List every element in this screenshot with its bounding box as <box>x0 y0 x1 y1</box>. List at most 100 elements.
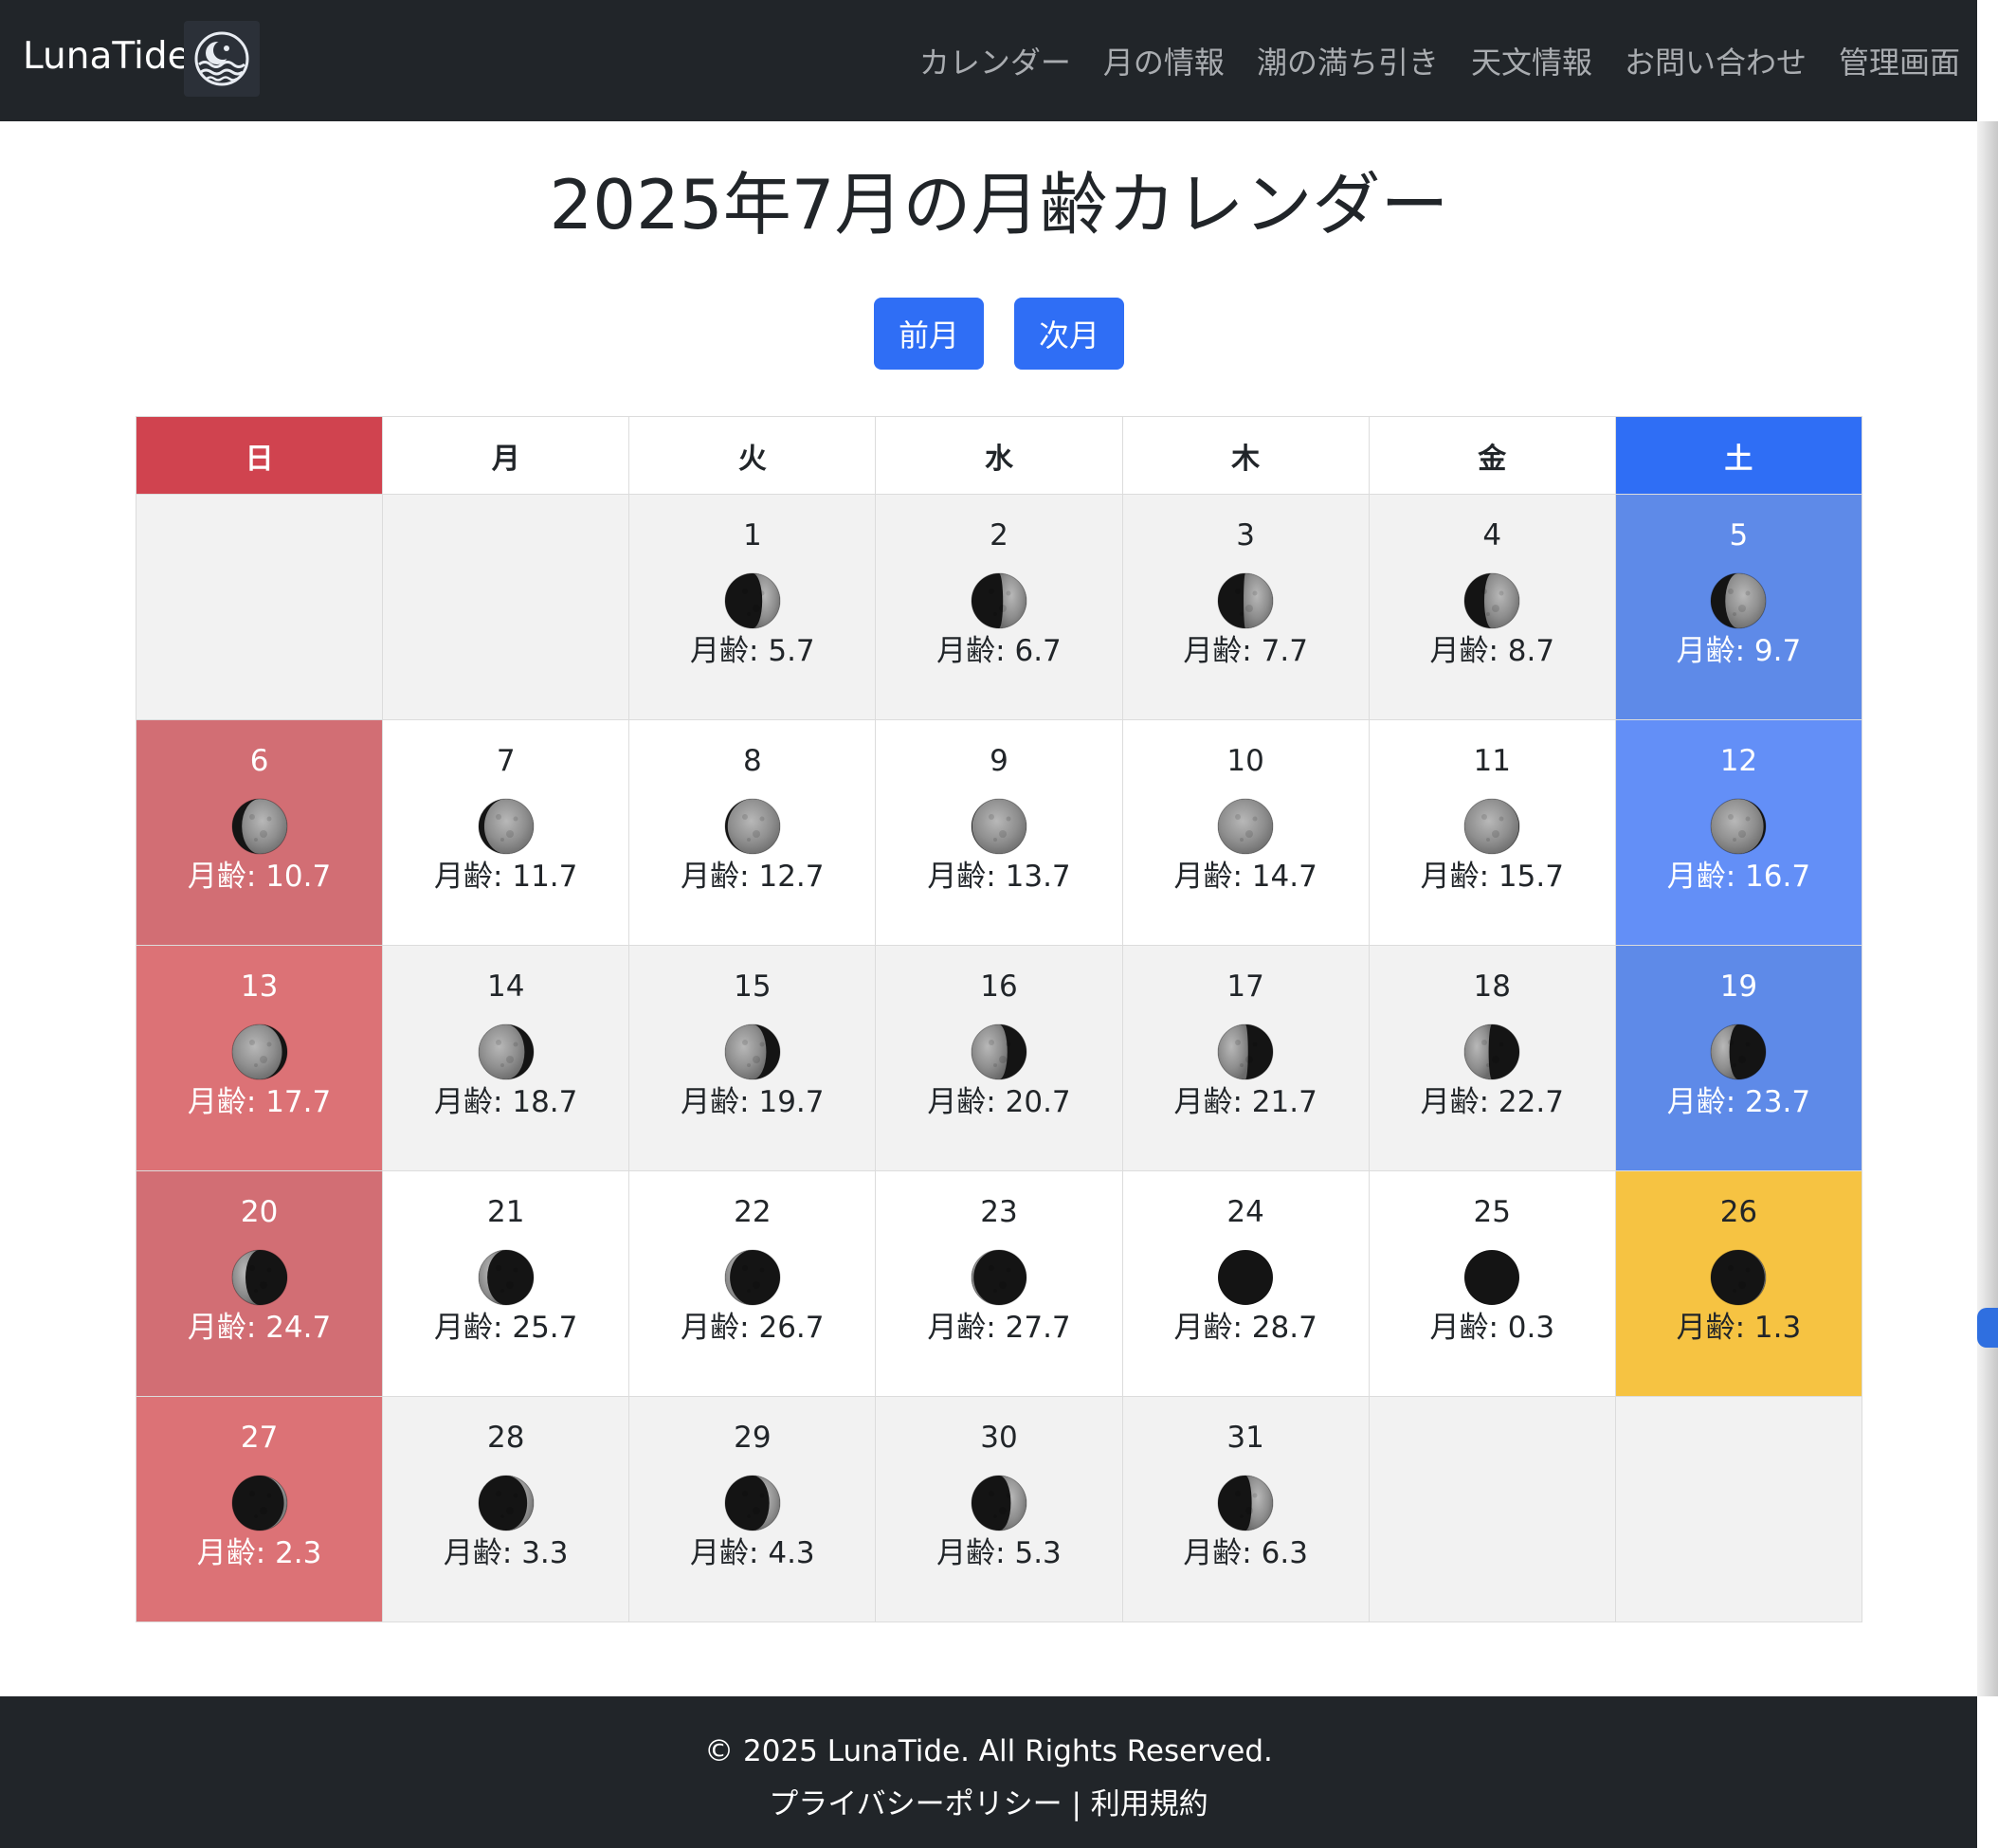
moon-age-value: 3.3 <box>521 1536 569 1570</box>
day-cell[interactable]: 28 月齢: 3.3 <box>383 1397 630 1622</box>
day-cell[interactable]: 8 月齢: 12.7 <box>629 720 877 946</box>
moon-age-prefix: 月齢: <box>1676 634 1754 668</box>
nav-link-tides[interactable]: 潮の満ち引き <box>1257 39 1439 82</box>
moon-age-prefix: 月齢: <box>1666 860 1746 894</box>
day-cell[interactable]: 18 月齢: 22.7 <box>1369 946 1616 1171</box>
day-number: 19 <box>1719 969 1758 1004</box>
day-cell[interactable]: 13 月齢: 17.7 <box>136 946 384 1171</box>
day-number: 22 <box>734 1195 772 1229</box>
day-cell[interactable]: 21 月齢: 25.7 <box>383 1171 630 1397</box>
moon-age-prefix: 月齢: <box>927 860 1006 894</box>
day-cell[interactable]: 15 月齢: 19.7 <box>629 946 877 1171</box>
moon-age-value: 27.7 <box>1005 1311 1071 1345</box>
day-cell[interactable]: 4 月齢: 8.7 <box>1369 495 1616 720</box>
moon-age-value: 25.7 <box>512 1311 578 1345</box>
moon-phase-icon <box>971 1475 1027 1531</box>
day-cell[interactable]: 9 月齢: 13.7 <box>876 720 1123 946</box>
day-number: 25 <box>1473 1195 1511 1229</box>
day-cell[interactable]: 16 月齢: 20.7 <box>876 946 1123 1171</box>
moon-age-prefix: 月齢: <box>1183 634 1262 668</box>
day-cell[interactable]: 23 月齢: 27.7 <box>876 1171 1123 1397</box>
moon-age-prefix: 月齢: <box>1429 634 1508 668</box>
day-cell[interactable]: 3 月齢: 7.7 <box>1122 495 1370 720</box>
moon-age-label: 月齢: 5.7 <box>629 637 875 666</box>
day-number: 11 <box>1473 744 1511 778</box>
moon-age-value: 22.7 <box>1498 1085 1564 1119</box>
moon-age-value: 1.3 <box>1753 1311 1802 1345</box>
moon-age-label: 月齢: 9.7 <box>1616 637 1862 666</box>
day-cell[interactable]: 10 月齢: 14.7 <box>1122 720 1370 946</box>
day-cell[interactable]: 19 月齢: 23.7 <box>1615 946 1862 1171</box>
moon-age-value: 6.7 <box>1014 634 1062 668</box>
moon-age-label: 月齢: 22.7 <box>1370 1088 1615 1117</box>
empty-day-cell <box>1369 1397 1616 1622</box>
brand-name[interactable]: LunaTide <box>23 38 191 75</box>
scrollbar-track[interactable] <box>1977 121 1998 1696</box>
terms-link[interactable]: 利用規約 <box>1091 1787 1208 1821</box>
day-cell[interactable]: 20 月齢: 24.7 <box>136 1171 384 1397</box>
moon-phase-icon <box>724 1475 781 1531</box>
moon-age-prefix: 月齢: <box>1420 860 1498 894</box>
moon-age-value: 24.7 <box>265 1311 332 1345</box>
moon-age-label: 月齢: 20.7 <box>876 1088 1121 1117</box>
day-number: 26 <box>1719 1195 1758 1229</box>
day-number: 29 <box>734 1421 772 1455</box>
moon-phase-icon <box>1710 798 1767 855</box>
moon-age-prefix: 月齢: <box>196 1536 276 1570</box>
nav-link-admin[interactable]: 管理画面 <box>1839 39 1960 82</box>
day-cell[interactable]: 17 月齢: 21.7 <box>1122 946 1370 1171</box>
day-number: 16 <box>980 969 1018 1004</box>
day-number: 8 <box>742 744 762 778</box>
day-cell[interactable]: 5 月齢: 9.7 <box>1615 495 1862 720</box>
moon-age-value: 28.7 <box>1251 1311 1317 1345</box>
day-cell[interactable]: 6 月齢: 10.7 <box>136 720 384 946</box>
nav-link-astronomy[interactable]: 天文情報 <box>1471 39 1592 82</box>
day-cell[interactable]: 29 月齢: 4.3 <box>629 1397 877 1622</box>
day-number: 10 <box>1226 744 1264 778</box>
day-cell[interactable]: 30 月齢: 5.3 <box>876 1397 1123 1622</box>
moon-age-value: 11.7 <box>512 860 578 894</box>
moon-phase-icon <box>1464 1250 1520 1305</box>
day-cell[interactable]: 27 月齢: 2.3 <box>136 1397 384 1622</box>
prev-month-button[interactable]: 前月 <box>874 298 984 370</box>
day-cell[interactable]: 26 月齢: 1.3 <box>1615 1171 1862 1397</box>
moon-wave-icon[interactable] <box>184 21 260 97</box>
moon-age-value: 0.3 <box>1507 1311 1555 1345</box>
day-number: 12 <box>1719 744 1758 778</box>
day-number: 13 <box>240 969 279 1004</box>
moon-phase-icon <box>724 1024 781 1080</box>
day-cell[interactable]: 25 月齢: 0.3 <box>1369 1171 1616 1397</box>
nav-link-contact[interactable]: お問い合わせ <box>1625 39 1807 82</box>
moon-phase-icon <box>971 798 1027 855</box>
day-cell[interactable]: 7 月齢: 11.7 <box>383 720 630 946</box>
moon-age-value: 23.7 <box>1745 1085 1811 1119</box>
day-cell[interactable]: 12 月齢: 16.7 <box>1615 720 1862 946</box>
privacy-policy-link[interactable]: プライバシーポリシー <box>769 1787 1062 1821</box>
moon-age-value: 6.3 <box>1261 1536 1308 1570</box>
moon-phase-icon <box>478 1249 535 1306</box>
moon-age-prefix: 月齢: <box>434 860 513 894</box>
scrollbar-thumb[interactable] <box>1977 1308 1998 1348</box>
moon-age-value: 19.7 <box>758 1085 825 1119</box>
moon-age-value: 14.7 <box>1251 860 1317 894</box>
moon-phase-icon <box>724 1249 781 1306</box>
nav-link-moon-info[interactable]: 月の情報 <box>1103 39 1225 82</box>
day-cell[interactable]: 11 月齢: 15.7 <box>1369 720 1616 946</box>
day-cell[interactable]: 31 月齢: 6.3 <box>1122 1397 1370 1622</box>
day-cell[interactable]: 2 月齢: 6.7 <box>876 495 1123 720</box>
day-number: 9 <box>990 744 1008 778</box>
footer-separator: | <box>1062 1787 1091 1821</box>
moon-age-label: 月齢: 7.7 <box>1123 637 1369 666</box>
day-cell[interactable]: 14 月齢: 18.7 <box>383 946 630 1171</box>
day-number: 18 <box>1473 969 1511 1004</box>
moon-age-label: 月齢: 2.3 <box>136 1539 382 1568</box>
next-month-button[interactable]: 次月 <box>1014 298 1124 370</box>
nav-link-calendar[interactable]: カレンダー <box>919 39 1071 82</box>
navbar: LunaTide カレンダー 月の情報 潮の満ち引き 天文情報 お問い合わせ 管… <box>0 0 1977 121</box>
day-cell[interactable]: 1 月齢: 5.7 <box>629 495 877 720</box>
moon-age-label: 月齢: 23.7 <box>1616 1088 1862 1117</box>
moon-age-value: 2.3 <box>275 1536 322 1570</box>
day-cell[interactable]: 22 月齢: 26.7 <box>629 1171 877 1397</box>
moon-age-value: 15.7 <box>1498 860 1564 894</box>
day-cell[interactable]: 24 月齢: 28.7 <box>1122 1171 1370 1397</box>
